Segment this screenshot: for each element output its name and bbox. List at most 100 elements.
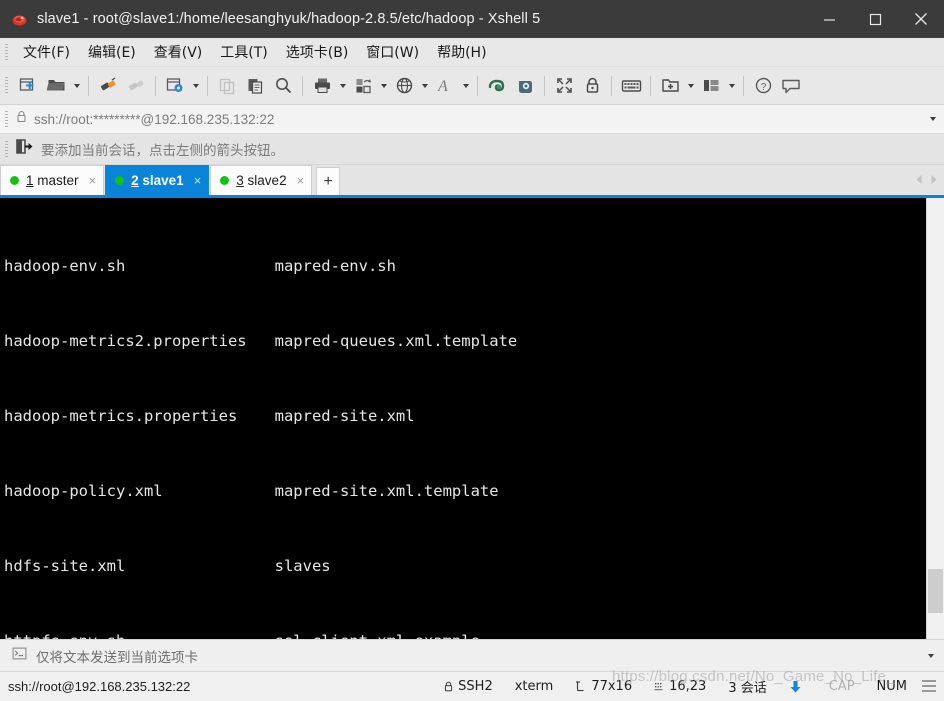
- tab-status-dot: [10, 176, 19, 185]
- menu-item-edit[interactable]: 编辑(E): [79, 39, 145, 65]
- tab-slave2[interactable]: 3 slave2 ×: [210, 165, 313, 195]
- toolbar-separator: [477, 75, 478, 96]
- chevron-down-icon[interactable]: [918, 640, 944, 671]
- menu-item-window[interactable]: 窗口(W): [357, 39, 428, 65]
- window-title: slave1 - root@slave1:/home/leesanghyuk/h…: [37, 11, 541, 27]
- status-transfer[interactable]: [778, 680, 818, 694]
- print-icon[interactable]: [308, 72, 336, 100]
- font-icon[interactable]: A: [431, 72, 459, 100]
- layout-panes-icon[interactable]: [697, 72, 725, 100]
- keyboard-icon[interactable]: [617, 72, 645, 100]
- maximize-button[interactable]: [852, 0, 898, 38]
- download-arrow-icon: [789, 680, 802, 694]
- add-folder-icon[interactable]: [656, 72, 684, 100]
- session-hint-text: 要添加当前会话，点击左侧的箭头按钮。: [41, 143, 284, 159]
- lock-icon: [16, 110, 27, 128]
- session-properties-icon[interactable]: [161, 72, 189, 100]
- new-tab-button[interactable]: +: [316, 167, 341, 195]
- font-dropdown-arrow[interactable]: [459, 72, 472, 100]
- terminal-line: hadoop-metrics.properties mapred-site.xm…: [4, 407, 415, 425]
- tab-name: master: [33, 173, 79, 188]
- minimize-button[interactable]: [806, 0, 852, 38]
- fullscreen-icon[interactable]: [550, 72, 578, 100]
- scrollbar-track-bottom: [927, 625, 944, 639]
- tab-accelerator: 3: [236, 173, 244, 188]
- scrollbar-thumb[interactable]: [928, 569, 943, 613]
- status-cursor-label: 16,23: [669, 679, 707, 694]
- terminal-scrollbar[interactable]: [926, 198, 944, 639]
- address-input[interactable]: ssh://root:*********@192.168.235.132:22: [14, 107, 922, 131]
- copy-icon: [213, 72, 241, 100]
- resize-grip[interactable]: [922, 679, 936, 694]
- status-sessions: 3 会话: [728, 681, 767, 696]
- paste-icon[interactable]: [241, 72, 269, 100]
- help-icon[interactable]: ?: [749, 72, 777, 100]
- tab-slave1[interactable]: 2 slave1 ×: [105, 165, 210, 195]
- toolbar-separator: [544, 75, 545, 96]
- toolbar-drag-grip[interactable]: [5, 77, 8, 94]
- lock-icon[interactable]: [578, 72, 606, 100]
- find-icon[interactable]: [269, 72, 297, 100]
- svg-text:?: ?: [760, 82, 766, 93]
- menu-item-view[interactable]: 查看(V): [145, 39, 212, 65]
- toolbar-separator: [611, 75, 612, 96]
- terminal-area: hadoop-env.sh mapred-env.sh hadoop-metri…: [0, 198, 944, 639]
- tab-name: slave1: [138, 173, 184, 188]
- toolbar-separator: [207, 75, 208, 96]
- terminal-icon: [12, 647, 27, 665]
- status-terminal-type: xterm: [514, 679, 554, 694]
- transfer-dropdown-arrow[interactable]: [377, 72, 390, 100]
- address-drag-grip[interactable]: [5, 110, 8, 128]
- menu-drag-grip[interactable]: [5, 43, 8, 61]
- tab-accelerator: 2: [131, 173, 139, 188]
- session-properties-dropdown-arrow[interactable]: [189, 72, 202, 100]
- menu-item-tabs[interactable]: 选项卡(B): [277, 39, 358, 65]
- chevron-right-icon[interactable]: [930, 172, 938, 190]
- close-button[interactable]: [898, 0, 944, 38]
- menu-item-tools[interactable]: 工具(T): [211, 39, 276, 65]
- address-bar: ssh://root:*********@192.168.235.132:22: [0, 105, 944, 134]
- status-caps-lock: CAP: [828, 679, 855, 694]
- terminal-line: hadoop-env.sh mapred-env.sh: [4, 257, 396, 275]
- chevron-left-icon[interactable]: [915, 172, 923, 190]
- menu-item-file[interactable]: 文件(F): [14, 39, 79, 65]
- hint-drag-grip[interactable]: [5, 140, 8, 158]
- toolbar-separator: [302, 75, 303, 96]
- tab-label-master: 1 master: [26, 173, 79, 188]
- tab-close-icon[interactable]: ×: [194, 174, 202, 187]
- session-hint-bar: 要添加当前会话，点击左侧的箭头按钮。: [0, 134, 944, 165]
- terminal-output[interactable]: hadoop-env.sh mapred-env.sh hadoop-metri…: [0, 198, 926, 639]
- app-logo-icon: [11, 11, 28, 28]
- shell-green-icon[interactable]: [483, 72, 511, 100]
- connect-icon[interactable]: [94, 72, 122, 100]
- tab-label-slave2: 3 slave2: [236, 173, 286, 188]
- transfer-icon[interactable]: [349, 72, 377, 100]
- scrollbar-track-top: [927, 198, 944, 212]
- send-text-bar: 仅将文本发送到当前选项卡: [0, 639, 944, 672]
- toolbar-separator: [650, 75, 651, 96]
- chevron-down-icon[interactable]: [922, 105, 944, 133]
- new-session-icon[interactable]: [14, 72, 42, 100]
- resize-icon: [575, 681, 586, 692]
- tab-master[interactable]: 1 master ×: [0, 165, 105, 195]
- tab-bar: 1 master × 2 slave1 × 3 slave2 × +: [0, 165, 944, 198]
- layout-panes-dropdown-arrow[interactable]: [725, 72, 738, 100]
- feedback-icon[interactable]: [777, 72, 805, 100]
- svg-text:A: A: [437, 78, 448, 95]
- shell-blue-icon[interactable]: [511, 72, 539, 100]
- add-folder-dropdown-arrow[interactable]: [684, 72, 697, 100]
- menu-item-help[interactable]: 帮助(H): [428, 39, 495, 65]
- tab-name: slave2: [243, 173, 287, 188]
- open-folder-dropdown-arrow[interactable]: [70, 72, 83, 100]
- tab-scroll-controls: [915, 172, 938, 190]
- tab-status-dot: [115, 176, 125, 185]
- globe-dropdown-arrow[interactable]: [418, 72, 431, 100]
- globe-icon[interactable]: [390, 72, 418, 100]
- add-session-arrow-icon[interactable]: [16, 139, 33, 159]
- open-folder-icon[interactable]: [42, 72, 70, 100]
- tab-close-icon[interactable]: ×: [297, 174, 305, 187]
- print-dropdown-arrow[interactable]: [336, 72, 349, 100]
- status-size: 77x16: [564, 679, 643, 694]
- tab-close-icon[interactable]: ×: [89, 174, 97, 187]
- menu-bar: 文件(F) 编辑(E) 查看(V) 工具(T) 选项卡(B) 窗口(W) 帮助(…: [0, 38, 944, 67]
